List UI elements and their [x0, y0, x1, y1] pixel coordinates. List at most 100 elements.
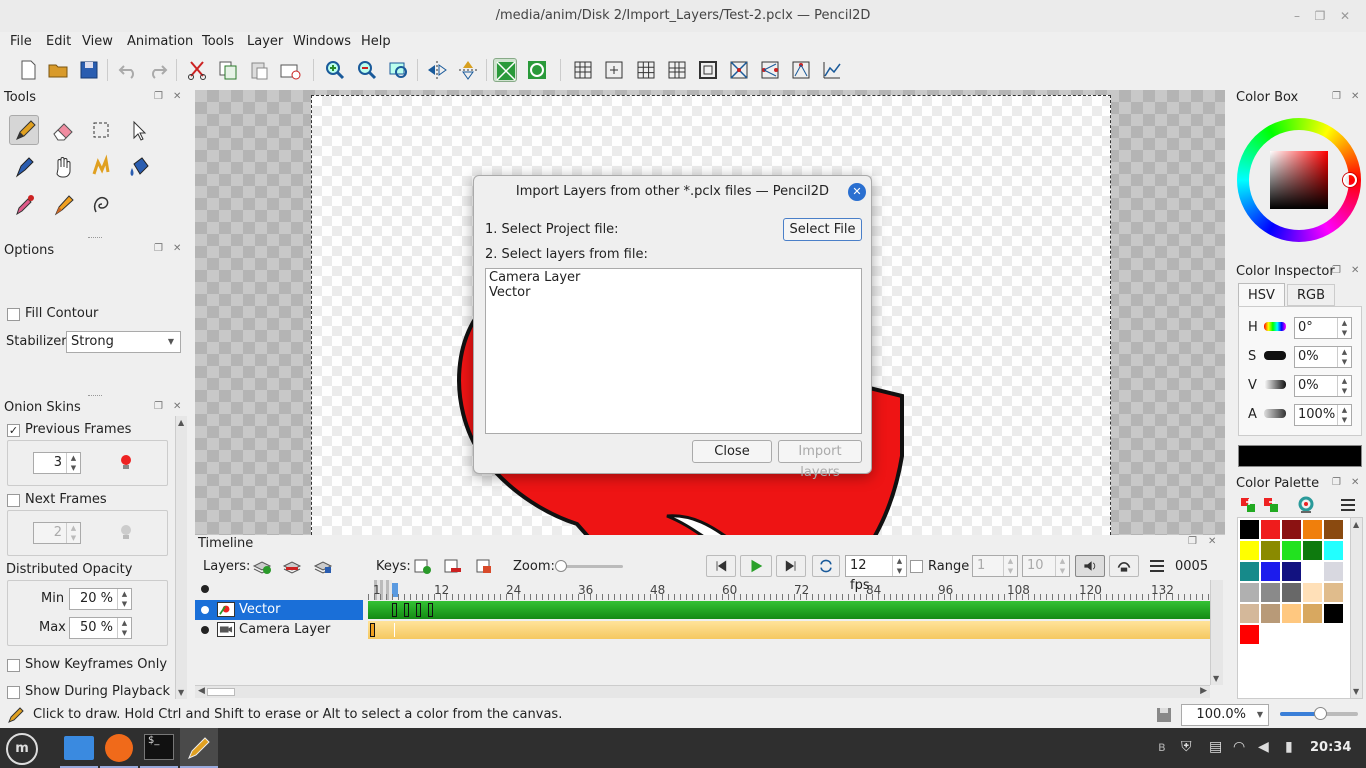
perspective-one-point-icon[interactable]: [727, 58, 751, 82]
files-app-icon[interactable]: [60, 728, 98, 768]
palette-swatch[interactable]: [1324, 541, 1343, 560]
palette-swatch[interactable]: [1261, 520, 1280, 539]
zoom-slider-handle[interactable]: [1314, 707, 1327, 720]
palette-swatch[interactable]: [1282, 520, 1301, 539]
keyframe[interactable]: [416, 603, 421, 617]
palette-menu-icon[interactable]: [1338, 496, 1358, 514]
jump-to-start-button[interactable]: [706, 555, 736, 577]
tools-float-icon[interactable]: ❐: [154, 92, 164, 102]
zoom-slider-handle[interactable]: [555, 560, 567, 572]
palette-scrollbar[interactable]: ▲ ▼: [1350, 518, 1362, 698]
add-key-icon[interactable]: [413, 557, 433, 575]
range-end-stepper[interactable]: 10 ▲ ▼: [1022, 555, 1070, 577]
volume-icon[interactable]: ◀: [1258, 739, 1269, 755]
timeline-vertical-scrollbar[interactable]: ▼: [1210, 580, 1223, 685]
timeline-horizontal-scrollbar[interactable]: ◀ ▶: [195, 685, 1210, 698]
new-file-icon[interactable]: [16, 58, 40, 82]
spin-arrows-icon[interactable]: ▲ ▼: [1337, 347, 1351, 367]
zoom-select[interactable]: 100.0% ▼: [1181, 704, 1269, 726]
keyframe[interactable]: [370, 623, 375, 637]
duplicate-key-icon[interactable]: [475, 557, 495, 575]
wifi-icon[interactable]: ◠: [1233, 739, 1245, 755]
overlay-center-icon[interactable]: [493, 58, 517, 82]
frame-ruler[interactable]: 1 12 24 36 48 60 72 84 96 108 120 132: [368, 580, 1210, 600]
panel-grip[interactable]: [88, 395, 102, 396]
next-frames-checkbox[interactable]: [7, 494, 20, 507]
palette-swatch[interactable]: [1303, 520, 1322, 539]
palette-swatch[interactable]: [1303, 604, 1322, 623]
range-checkbox[interactable]: [910, 560, 923, 573]
overlay-safe-area-icon[interactable]: [525, 58, 549, 82]
remove-key-icon[interactable]: [443, 557, 463, 575]
spin-arrows-icon[interactable]: ▲ ▼: [1337, 318, 1351, 338]
show-during-playback-checkbox[interactable]: [7, 686, 20, 699]
open-folder-icon[interactable]: [46, 58, 70, 82]
palette-swatch[interactable]: [1240, 625, 1259, 644]
eyedropper-tool-icon[interactable]: [9, 190, 39, 220]
smudge-tool-icon[interactable]: [86, 152, 116, 182]
palette-swatch[interactable]: [1324, 583, 1343, 602]
paste-icon[interactable]: [247, 58, 271, 82]
close-window-icon[interactable]: ✕: [1339, 10, 1351, 22]
options-close-icon[interactable]: ✕: [173, 244, 183, 254]
spin-arrows-icon[interactable]: ▲ ▼: [1337, 405, 1351, 425]
next-onion-color-icon[interactable]: [118, 522, 134, 542]
layers-list[interactable]: Camera Layer Vector: [485, 268, 862, 434]
spin-arrows-icon[interactable]: ▲ ▼: [117, 589, 131, 609]
reset-view-icon[interactable]: [387, 58, 411, 82]
palette-swatch[interactable]: [1282, 604, 1301, 623]
list-item[interactable]: Camera Layer: [489, 270, 580, 285]
perspective-three-point-icon[interactable]: [789, 58, 813, 82]
previous-onion-color-icon[interactable]: [118, 452, 134, 472]
show-keyframes-only-checkbox[interactable]: [7, 659, 20, 672]
hand-tool-icon[interactable]: [48, 152, 78, 182]
palette-swatch[interactable]: [1240, 583, 1259, 602]
import-layers-button[interactable]: Import layers: [778, 440, 862, 480]
palette-swatch[interactable]: [1240, 604, 1259, 623]
colorbox-close-icon[interactable]: ✕: [1351, 92, 1361, 102]
palette-close-icon[interactable]: ✕: [1351, 478, 1361, 488]
timeline-menu-icon[interactable]: [1147, 558, 1167, 574]
palette-swatch[interactable]: [1324, 562, 1343, 581]
keyframe[interactable]: [404, 603, 409, 617]
flip-vertical-icon[interactable]: [456, 58, 480, 82]
hue-stepper[interactable]: 0° ▲ ▼: [1294, 317, 1352, 339]
pencil2d-app-icon[interactable]: [180, 728, 218, 768]
safe-areas-icon[interactable]: [696, 58, 720, 82]
polyline-tool-icon[interactable]: [86, 190, 116, 220]
min-opacity-stepper[interactable]: 20 % ▲ ▼: [69, 588, 132, 610]
grid-icon[interactable]: [571, 58, 595, 82]
add-layer-icon[interactable]: [252, 557, 272, 575]
vector-track[interactable]: [368, 601, 1210, 619]
palette-swatch[interactable]: [1324, 604, 1343, 623]
menu-view[interactable]: View: [82, 34, 113, 49]
zoom-in-icon[interactable]: [323, 58, 347, 82]
dialog-close-icon[interactable]: ✕: [848, 183, 866, 201]
brush-tool-icon[interactable]: [48, 190, 78, 220]
max-opacity-stepper[interactable]: 50 % ▲ ▼: [69, 617, 132, 639]
palette-swatch[interactable]: [1303, 562, 1322, 581]
palette-swatch[interactable]: [1240, 562, 1259, 581]
scrub-toggle[interactable]: [1109, 555, 1139, 577]
bucket-tool-icon[interactable]: [124, 152, 154, 182]
previous-frames-stepper[interactable]: 3 ▲ ▼: [33, 452, 81, 474]
center-overlay-icon[interactable]: [602, 58, 626, 82]
stabilizer-select[interactable]: Strong ▼: [66, 331, 181, 353]
menu-file[interactable]: File: [10, 34, 32, 49]
eraser-tool-icon[interactable]: [48, 115, 78, 145]
save-status-icon[interactable]: [1154, 705, 1174, 725]
menu-edit[interactable]: Edit: [46, 34, 71, 49]
move-tool-icon[interactable]: [124, 115, 154, 145]
next-frames-stepper[interactable]: 2 ▲ ▼: [33, 522, 81, 544]
tab-hsv[interactable]: HSV: [1238, 283, 1285, 307]
cut-icon[interactable]: [185, 58, 209, 82]
palette-swatch[interactable]: [1282, 583, 1301, 602]
hue-handle[interactable]: [1343, 173, 1357, 187]
inspector-float-icon[interactable]: ❐: [1332, 266, 1342, 276]
onion-float-icon[interactable]: ❐: [154, 402, 164, 412]
pencil-tool-icon[interactable]: [9, 115, 39, 145]
jump-to-end-button[interactable]: [776, 555, 806, 577]
clipboard-icon[interactable]: ▤: [1209, 739, 1222, 755]
palette-float-icon[interactable]: ❐: [1332, 478, 1342, 488]
camera-track[interactable]: [368, 621, 1210, 639]
